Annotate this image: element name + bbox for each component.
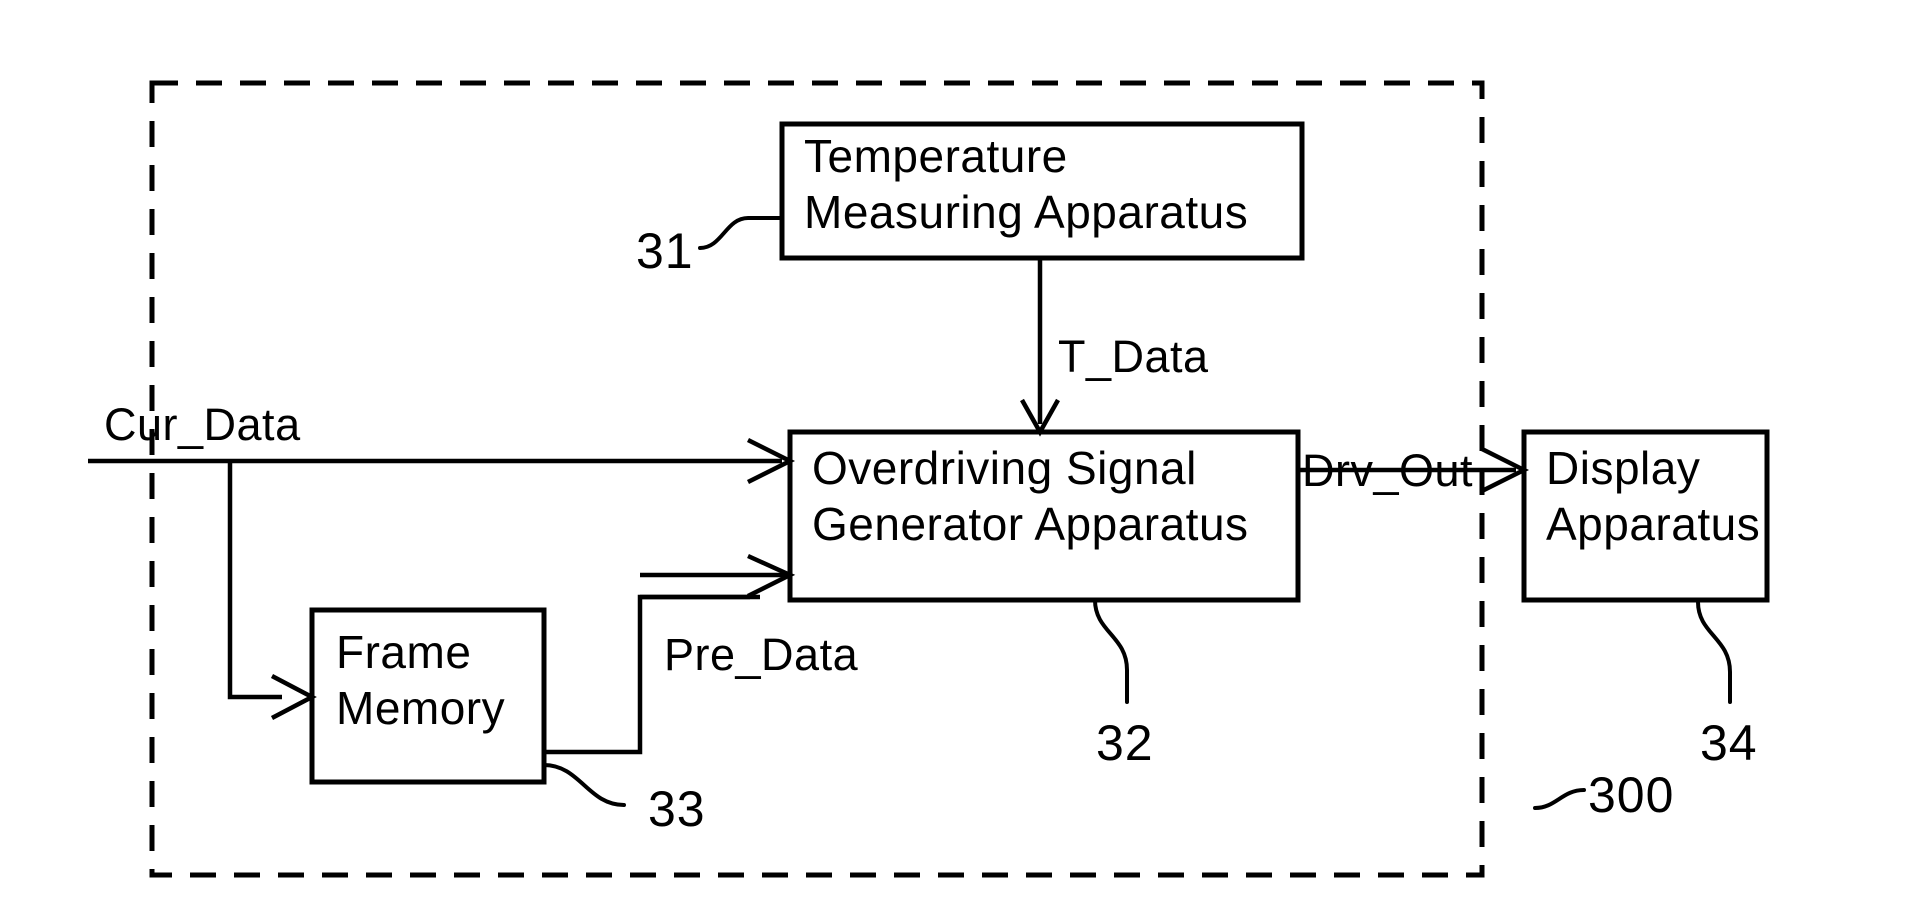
- block-label-overdriving-line-1: Overdriving Signal: [812, 442, 1197, 494]
- signal-label-pre-data: Pre_Data: [664, 629, 859, 680]
- signal-label-cur-data: Cur_Data: [104, 399, 301, 450]
- reference-numeral-31: 31: [636, 223, 694, 279]
- block-diagram-canvas: Temperature Measuring Apparatus Overdriv…: [88, 80, 1770, 878]
- reference-numeral-300: 300: [1588, 767, 1674, 823]
- block-label-temperature-line-2: Measuring Apparatus: [804, 186, 1248, 238]
- signal-label-drv-out: Drv_Out: [1302, 445, 1473, 496]
- signal-label-t-data: T_Data: [1058, 331, 1209, 382]
- leader-line-32: [1093, 598, 1129, 704]
- leader-line-31: [698, 216, 784, 250]
- block-label-frame-memory-line-2: Memory: [336, 682, 505, 734]
- reference-numeral-32: 32: [1096, 715, 1154, 771]
- patent-figure: Temperature Measuring Apparatus Overdriv…: [0, 0, 1921, 924]
- block-label-overdriving-line-2: Generator Apparatus: [812, 498, 1249, 550]
- reference-numeral-34: 34: [1700, 715, 1758, 771]
- block-label-display-line-2: Apparatus: [1546, 498, 1760, 550]
- reference-numeral-33: 33: [648, 781, 706, 837]
- block-label-display-line-1: Display: [1546, 442, 1700, 494]
- block-label-frame-memory-line-1: Frame: [336, 626, 471, 678]
- block-label-temperature-line-1: Temperature: [804, 130, 1068, 182]
- leader-line-300: [1533, 788, 1586, 810]
- wire-cur-data-branch-to-frame-memory: [227, 461, 282, 700]
- leader-line-34: [1696, 600, 1732, 704]
- leader-line-33: [542, 763, 626, 807]
